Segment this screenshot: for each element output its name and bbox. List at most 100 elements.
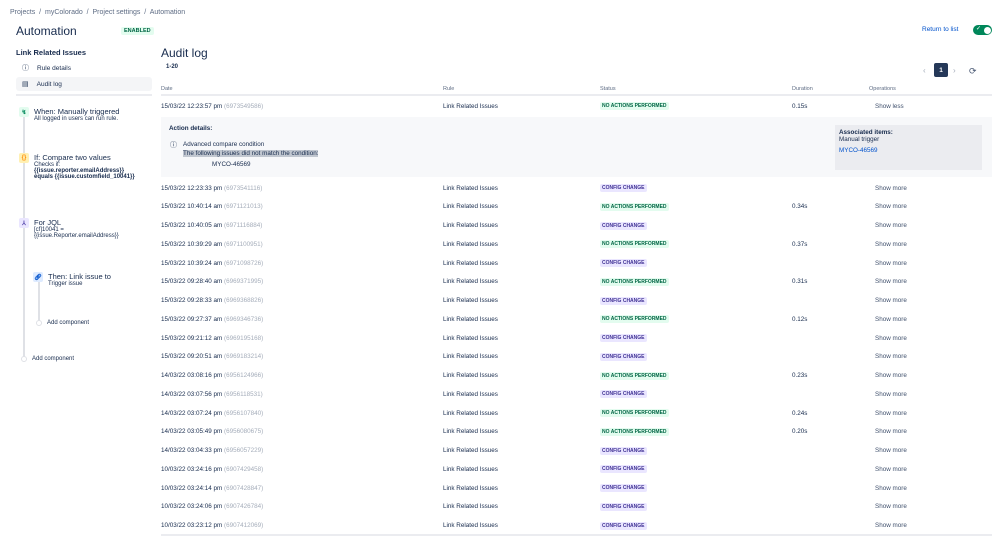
row-date: 15/03/22 09:21:12 am [161,334,223,342]
branch-component[interactable]: ⅄ For JQL [cf]10041 = {{issue.Reporter.e… [19,218,119,239]
row-rule: Link Related Issues [443,390,498,398]
nav-rule-details[interactable]: ⓘ Rule details [16,61,152,75]
row-id: (6971121013) [224,203,263,211]
row-date: 15/03/22 10:39:24 am [161,259,223,267]
component-subtitle: All logged in users can run rule. [34,116,119,122]
trigger-icon: ↯ [19,107,29,117]
show-more-button[interactable]: Show more [875,203,907,210]
assoc-issue-link[interactable]: MYCO-46569 [839,147,978,154]
row-id: (6969368826) [224,297,264,304]
row-rule: Link Related Issues [443,102,498,110]
add-component-inner[interactable]: Add component [36,320,89,326]
table-header: Date Rule Status Duration Operations [161,86,992,96]
row-rule: Link Related Issues [443,334,498,342]
info-icon: ⓘ [170,142,177,149]
breadcrumb-settings[interactable]: Project settings [93,9,141,16]
assoc-heading: Associated items: [839,129,893,136]
row-rule: Link Related Issues [443,465,498,473]
page-button[interactable]: 1 [934,63,948,77]
table-row: 15/03/22 09:21:12 am (6969195168) Link R… [161,329,992,347]
status-lozenge: CONFIG CHANGE [600,352,647,361]
status-lozenge: NO ACTIONS PERFORMED [600,409,669,417]
status-lozenge: CONFIG CHANGE [600,334,647,342]
condition-icon: {} [19,153,29,163]
action-component[interactable]: 🔗︎ Then: Link issue to Trigger issue [33,272,111,287]
trigger-component[interactable]: ↯ When: Manually triggered All logged in… [19,107,119,122]
status-lozenge: CONFIG CHANGE [600,484,647,492]
row-rule: Link Related Issues [443,484,498,492]
show-more-button[interactable]: Show more [875,466,907,473]
row-rule: Link Related Issues [443,409,498,417]
show-more-button[interactable]: Show more [875,241,907,248]
table-row: 10/03/22 03:24:06 pm (6907426784) Link R… [161,498,992,516]
add-circle-icon [21,356,27,362]
breadcrumb-projects[interactable]: Projects [10,9,35,16]
details-message: The following issues did not match the c… [183,150,319,157]
show-more-button[interactable]: Show less [875,103,904,110]
breadcrumb-project[interactable]: myColorado [45,9,83,16]
condition-component[interactable]: {} If: Compare two values Checks if: {{i… [19,153,135,180]
table-row: 14/03/22 03:08:16 pm (6956124966) Link R… [161,367,992,385]
show-more-button[interactable]: Show more [875,353,907,360]
component-subtitle: Trigger issue [48,281,83,287]
row-id: (6969346736) [224,315,264,323]
row-duration: 0.24s [792,409,808,417]
show-more-button[interactable]: Show more [875,503,907,510]
nav-label: Rule details [37,64,71,72]
show-more-button[interactable]: Show more [875,391,907,398]
row-id: (6969183214) [224,353,264,361]
show-more-button[interactable]: Show more [875,372,907,379]
status-lozenge: NO ACTIONS PERFORMED [600,371,669,380]
details-issue: MYCO-46569 [212,161,251,168]
row-id: (6971116884) [224,222,263,229]
next-page-icon[interactable]: › [953,66,956,75]
row-id: (6907428847) [224,484,264,492]
row-id: (6973549586) [224,102,264,110]
status-badge: ENABLED [121,27,154,35]
show-more-button[interactable]: Show more [875,278,907,285]
status-lozenge: CONFIG CHANGE [600,521,647,530]
status-lozenge: CONFIG CHANGE [600,390,647,399]
show-more-button[interactable]: Show more [875,335,907,342]
prev-page-icon[interactable]: ‹ [923,66,926,75]
nav-audit-log[interactable]: ▤ Audit log [16,77,152,91]
show-more-button[interactable]: Show more [875,410,907,417]
show-more-button[interactable]: Show more [875,522,907,529]
row-duration: 0.15s [792,102,808,110]
info-icon: ⓘ [22,65,29,72]
table-row: 15/03/22 09:28:40 am (6969371995) Link R… [161,273,992,291]
show-more-button[interactable]: Show more [875,185,907,192]
row-id: (6973541116) [224,184,263,192]
row-date: 15/03/22 09:27:37 am [161,315,223,323]
enable-toggle[interactable]: ✓ [973,25,992,35]
row-duration: 0.37s [792,240,808,248]
show-more-button[interactable]: Show more [875,222,907,229]
show-more-button[interactable]: Show more [875,447,907,454]
row-id: (6956118531) [224,390,263,398]
status-lozenge: NO ACTIONS PERFORMED [600,240,669,249]
add-component-label: Add component [32,356,75,362]
row-date: 14/03/22 03:07:24 pm [161,409,223,417]
branch-icon: ⅄ [19,218,29,228]
show-more-button[interactable]: Show more [875,316,907,323]
row-date: 15/03/22 09:28:33 am [161,297,223,304]
show-more-button[interactable]: Show more [875,485,907,492]
condition-expr: equals {{issue.customfield_10041}} [34,174,135,180]
refresh-icon[interactable]: ⟳ [969,66,977,77]
table-row: 14/03/22 03:05:49 pm (6956080675) Link R… [161,423,992,441]
row-rule: Link Related Issues [443,297,498,304]
show-more-button[interactable]: Show more [875,260,907,267]
show-more-button[interactable]: Show more [875,297,907,304]
status-lozenge: NO ACTIONS PERFORMED [600,277,669,286]
table-row: 15/03/22 10:39:29 am (6971100951) Link R… [161,235,992,253]
breadcrumb-automation[interactable]: Automation [150,9,185,16]
component-subtitle: {{issue.Reporter.emailAddress}} [34,233,119,239]
show-more-button[interactable]: Show more [875,428,907,435]
status-lozenge: CONFIG CHANGE [600,221,647,230]
row-rule: Link Related Issues [443,503,498,511]
return-to-list-link[interactable]: Return to list [922,26,959,33]
column-operations: Operations [869,86,896,92]
add-circle-icon [36,320,42,326]
column-rule: Rule [443,86,455,92]
add-component-outer[interactable]: Add component [21,356,74,362]
